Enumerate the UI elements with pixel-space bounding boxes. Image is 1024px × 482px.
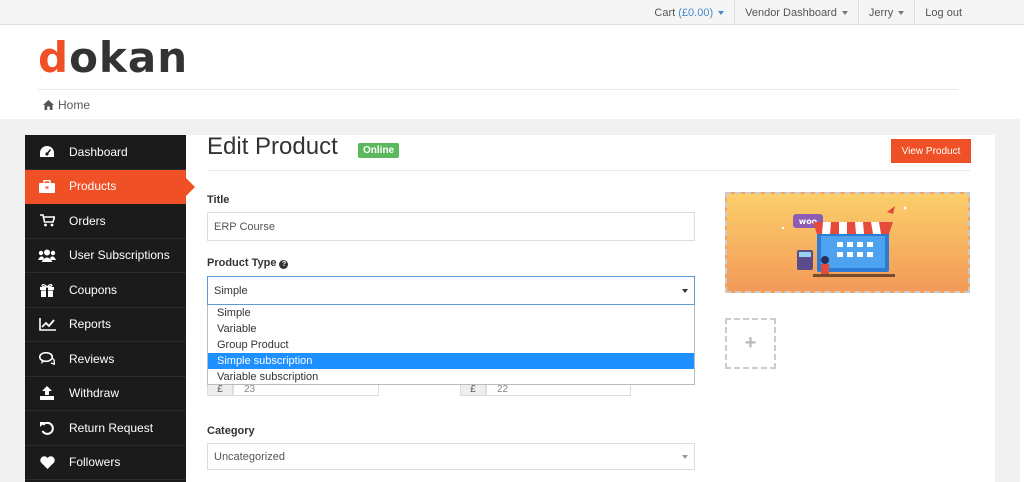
sidebar-item-reports[interactable]: Reports bbox=[25, 308, 186, 342]
sidebar-item-label: Reviews bbox=[69, 351, 115, 366]
product-type-option[interactable]: Variable subscription bbox=[208, 369, 694, 385]
breadcrumb-home-link[interactable]: Home bbox=[58, 98, 90, 112]
product-type-option-highlighted[interactable]: Simple subscription bbox=[208, 353, 694, 369]
sidebar-item-label: User Subscriptions bbox=[69, 248, 170, 263]
product-type-dropdown: Simple Variable Group Product Simple sub… bbox=[207, 305, 695, 385]
view-product-button[interactable]: View Product bbox=[891, 139, 971, 163]
undo-icon bbox=[25, 421, 69, 435]
chevron-down-icon bbox=[898, 10, 905, 15]
category-selected: Uncategorized bbox=[214, 450, 285, 463]
cart-icon bbox=[25, 214, 69, 227]
chevron-down-icon bbox=[682, 454, 688, 459]
home-icon bbox=[43, 99, 54, 110]
sidebar-item-label: Followers bbox=[69, 455, 121, 470]
sidebar-item-orders[interactable]: Orders bbox=[25, 204, 186, 239]
sidebar-item-return-request[interactable]: Return Request bbox=[25, 411, 186, 446]
vendor-sidebar: Dashboard Products Orders User Subscript… bbox=[25, 135, 195, 482]
upload-icon bbox=[25, 386, 69, 401]
sidebar-item-label: Coupons bbox=[69, 282, 118, 297]
vendor-dashboard-label: Vendor Dashboard bbox=[745, 6, 837, 19]
title-input[interactable]: ERP Course bbox=[207, 212, 695, 241]
sidebar-item-reviews[interactable]: Reviews bbox=[25, 342, 186, 377]
sidebar-item-label: Dashboard bbox=[69, 144, 128, 159]
dashboard-icon bbox=[25, 145, 69, 159]
sidebar-item-user-subscriptions[interactable]: User Subscriptions bbox=[25, 239, 186, 273]
cart-amount: (£0.00) bbox=[678, 6, 714, 19]
logout-link[interactable]: Log out bbox=[914, 0, 972, 25]
chevron-down-icon bbox=[682, 288, 688, 293]
dokan-logo[interactable]: dokan bbox=[38, 33, 188, 82]
briefcase-icon bbox=[25, 179, 69, 193]
title-label: Title bbox=[207, 194, 230, 206]
product-type-select[interactable]: Simple bbox=[207, 276, 695, 305]
heart-icon bbox=[25, 456, 69, 469]
page-title: Edit Product bbox=[207, 133, 338, 160]
comments-icon bbox=[25, 352, 69, 366]
cart-label: Cart bbox=[654, 6, 676, 19]
divider bbox=[207, 170, 970, 171]
plus-icon: + bbox=[744, 332, 757, 354]
sidebar-item-label: Orders bbox=[69, 213, 106, 228]
cart-menu[interactable]: Cart (£0.00) bbox=[644, 0, 734, 25]
users-icon bbox=[25, 249, 69, 262]
chevron-down-icon bbox=[841, 10, 848, 15]
sidebar-item-dashboard[interactable]: Dashboard bbox=[25, 135, 186, 170]
sidebar-item-label: Reports bbox=[69, 317, 112, 332]
user-name: Jerry bbox=[868, 6, 894, 19]
product-type-selected: Simple bbox=[214, 284, 248, 297]
sidebar-item-label: Return Request bbox=[69, 420, 154, 435]
breadcrumb: Home bbox=[38, 89, 958, 119]
vendor-dashboard-menu[interactable]: Vendor Dashboard bbox=[734, 0, 858, 25]
category-label: Category bbox=[207, 425, 255, 437]
gift-icon bbox=[25, 283, 69, 297]
product-type-option[interactable]: Group Product bbox=[208, 337, 694, 353]
sidebar-item-label: Products bbox=[69, 179, 117, 194]
help-icon[interactable]: ? bbox=[279, 260, 289, 269]
status-badge: Online bbox=[358, 143, 400, 158]
sidebar-item-followers[interactable]: Followers bbox=[25, 446, 186, 480]
add-gallery-image-button[interactable]: + bbox=[725, 318, 776, 369]
product-type-label: Product Type? bbox=[207, 257, 289, 269]
sidebar-item-coupons[interactable]: Coupons bbox=[25, 273, 186, 308]
store-illustration: woo bbox=[727, 194, 968, 291]
site-header: dokan Home bbox=[0, 25, 1020, 119]
sidebar-item-label: Withdraw bbox=[69, 386, 120, 401]
chevron-down-icon bbox=[718, 10, 725, 15]
user-menu[interactable]: Jerry bbox=[857, 0, 914, 25]
product-featured-image[interactable]: woo bbox=[725, 192, 970, 293]
top-nav: Cart (£0.00) Vendor Dashboard Jerry Log … bbox=[644, 0, 972, 25]
sidebar-item-products[interactable]: Products bbox=[25, 169, 195, 204]
sidebar-item-withdraw[interactable]: Withdraw bbox=[25, 377, 186, 411]
scrollbar[interactable] bbox=[1020, 25, 1024, 482]
chart-icon bbox=[25, 317, 69, 331]
product-type-option[interactable]: Variable bbox=[208, 321, 694, 337]
product-type-option[interactable]: Simple bbox=[208, 305, 694, 321]
top-bar: Cart (£0.00) Vendor Dashboard Jerry Log … bbox=[0, 0, 1024, 25]
category-select[interactable]: Uncategorized bbox=[207, 443, 695, 470]
